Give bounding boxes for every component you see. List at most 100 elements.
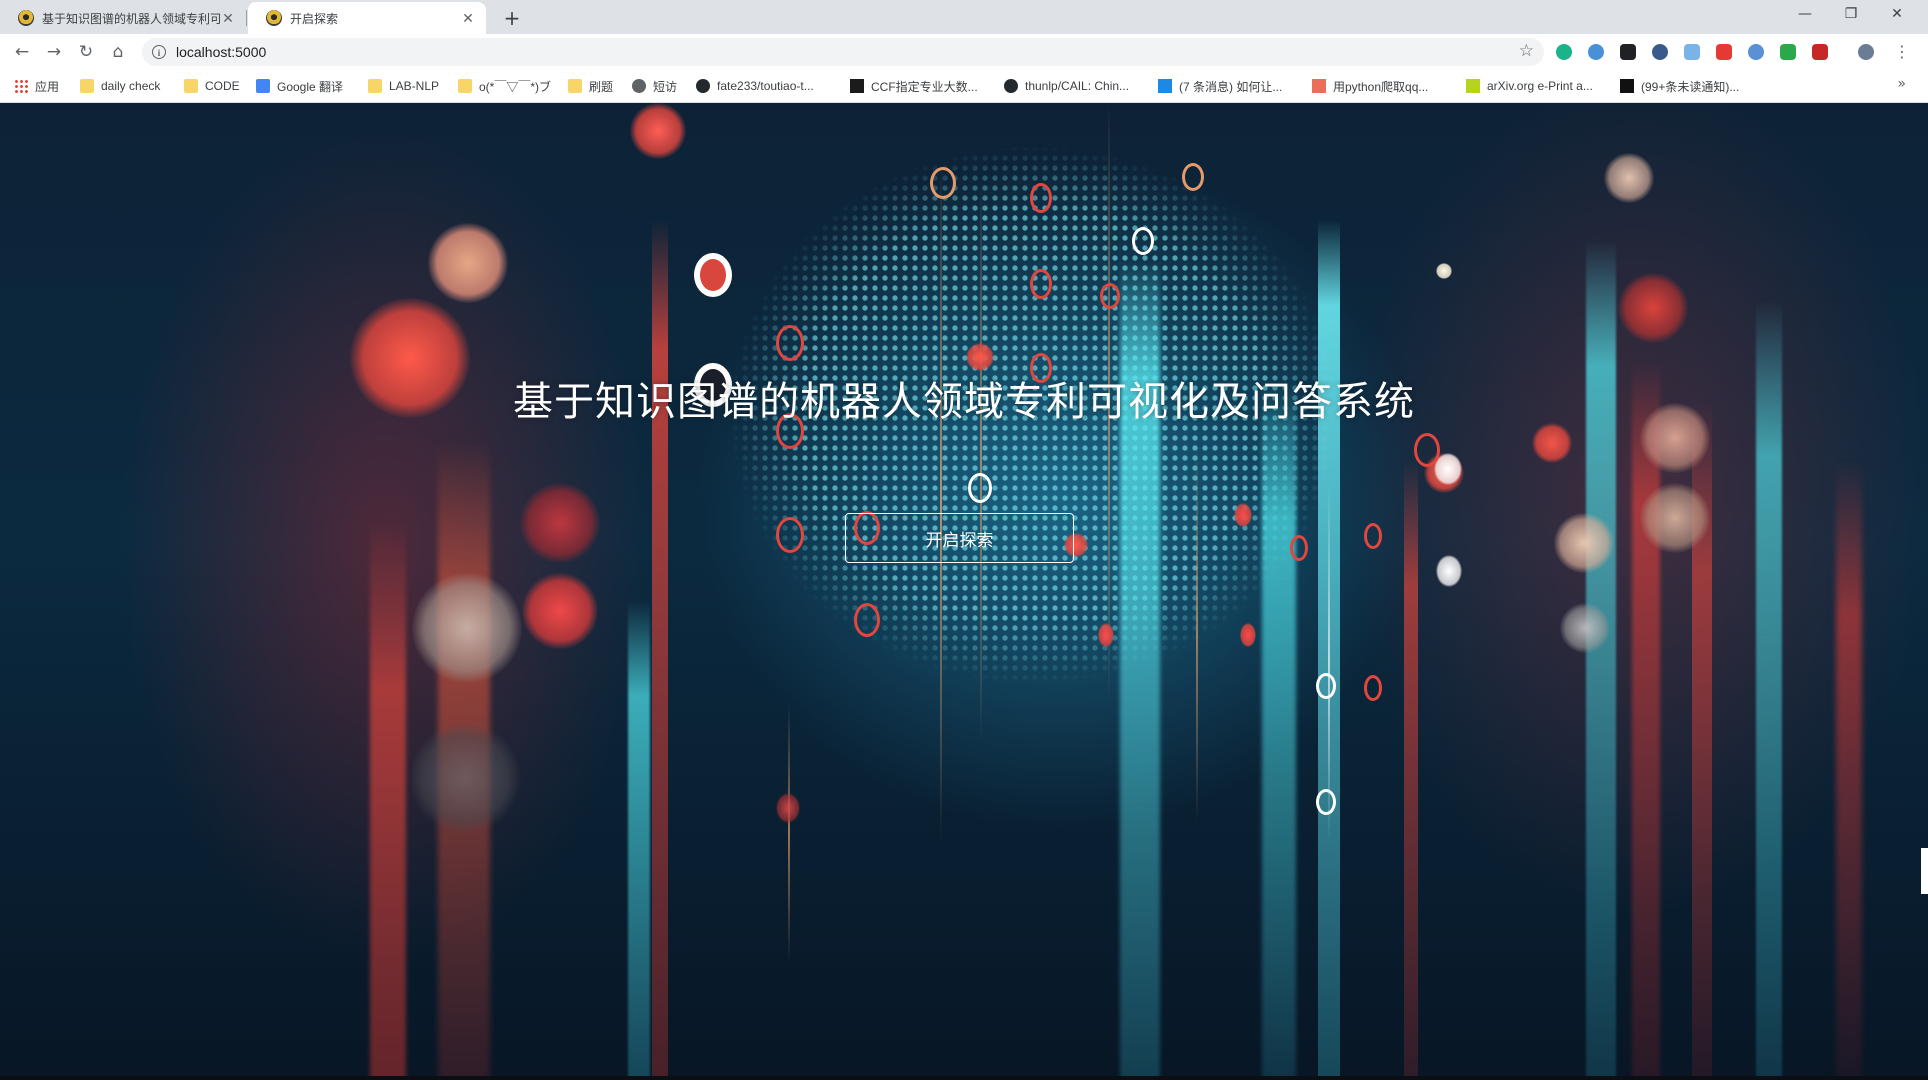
menu-kebab-icon[interactable]: ⋮ — [1888, 38, 1916, 66]
decor-line — [940, 163, 942, 843]
decor-bar — [652, 220, 668, 1080]
back-icon[interactable]: ← — [8, 38, 36, 66]
decor-bar — [1632, 360, 1660, 1080]
decor-bar — [1836, 460, 1862, 1080]
bookmark-item[interactable]: Google 翻译 — [256, 77, 343, 95]
google-translate-icon — [256, 79, 270, 93]
bookmark-item[interactable]: 短访 — [632, 77, 677, 95]
bookmark-label: o(*￣▽￣*)ブ — [479, 79, 552, 94]
url-text[interactable]: localhost:5000 — [176, 44, 266, 60]
extension-stack-icon[interactable] — [1652, 44, 1668, 60]
extension-clipper-icon[interactable] — [1812, 44, 1828, 60]
bokeh-light — [1234, 503, 1252, 527]
zhihu-icon — [1158, 79, 1172, 93]
bokeh-light — [410, 723, 520, 833]
reload-icon[interactable]: ↻ — [72, 38, 100, 66]
extension-shield-icon[interactable] — [1780, 44, 1796, 60]
apps-grid-icon — [14, 79, 28, 93]
folder-icon — [458, 79, 472, 93]
decor-ring — [1290, 535, 1308, 561]
bokeh-light — [1240, 623, 1256, 647]
decor-ring — [694, 253, 732, 297]
tab-title: 基于知识图谱的机器人领域专利可 — [42, 11, 220, 26]
hero-background: 基于知识图谱的机器人领域专利可视化及问答系统 开启探索 — [0, 103, 1928, 1080]
home-icon[interactable]: ⌂ — [104, 38, 132, 66]
close-icon[interactable]: ✕ — [460, 10, 476, 27]
bookmark-label: CCF指定专业大数... — [871, 79, 978, 94]
dark-site-icon — [1620, 79, 1634, 93]
decor-ring — [1316, 673, 1336, 699]
decor-bar — [370, 520, 406, 1080]
bookmark-item[interactable]: arXiv.org e-Print a... — [1466, 77, 1593, 95]
bookmark-item[interactable]: LAB-NLP — [368, 77, 439, 95]
bookmark-label: LAB-NLP — [389, 79, 440, 93]
address-bar[interactable]: i localhost:5000 ☆ — [142, 38, 1544, 66]
decor-ring — [1132, 227, 1154, 255]
scrollbar-thumb[interactable] — [1921, 848, 1928, 894]
decor-ring — [968, 473, 992, 503]
bookmark-item[interactable]: 刷题 — [568, 77, 613, 95]
forward-icon[interactable]: → — [40, 38, 68, 66]
tab-1[interactable]: 开启探索 ✕ — [248, 2, 486, 34]
bookmark-label: Google 翻译 — [277, 79, 344, 94]
bookmark-label: arXiv.org e-Print a... — [1487, 79, 1593, 93]
bookmark-label: thunlp/CAIL: Chin... — [1025, 79, 1130, 93]
bokeh-light — [520, 483, 600, 563]
jianshu-icon — [1312, 79, 1326, 93]
minimize-icon[interactable]: — — [1782, 0, 1828, 30]
arxiv-icon — [1466, 79, 1480, 93]
page-title: 基于知识图谱的机器人领域专利可视化及问答系统 — [513, 379, 1415, 425]
bookmark-item[interactable]: 应用 — [14, 77, 59, 95]
cosmos-badge-icon — [18, 10, 34, 26]
folder-icon — [80, 79, 94, 93]
bookmark-label: (99+条未读通知)... — [1641, 79, 1740, 94]
bokeh-light — [776, 793, 800, 823]
bookmark-label: 短访 — [653, 79, 678, 94]
decor-ring — [854, 603, 880, 637]
bookmark-label: CODE — [205, 79, 240, 93]
restore-icon[interactable]: ❐ — [1828, 0, 1874, 30]
decor-ring — [1182, 163, 1204, 191]
world-map-dots — [620, 103, 1540, 883]
extension-m-icon[interactable] — [1556, 44, 1572, 60]
bookmarks-overflow-icon[interactable]: » — [1897, 76, 1906, 92]
extension-plane-icon[interactable] — [1684, 44, 1700, 60]
extension-reader-icon[interactable] — [1620, 44, 1636, 60]
decor-line — [1196, 443, 1198, 823]
bookmark-item[interactable]: thunlp/CAIL: Chin... — [1004, 77, 1129, 95]
github-icon — [696, 79, 710, 93]
bookmark-item[interactable]: o(*￣▽￣*)ブ — [458, 77, 551, 95]
bookmark-item[interactable]: (99+条未读通知)... — [1620, 77, 1739, 95]
profile-avatar[interactable] — [1858, 44, 1874, 60]
bookmark-item[interactable]: (7 条消息) 如何让... — [1158, 77, 1282, 95]
decor-line — [788, 703, 790, 963]
folder-icon — [184, 79, 198, 93]
decor-ring — [1364, 523, 1382, 549]
new-tab-button[interactable]: + — [498, 4, 526, 32]
bokeh-light — [1554, 513, 1614, 573]
folder-icon — [568, 79, 582, 93]
extension-youtube-icon[interactable] — [1716, 44, 1732, 60]
site-info-icon[interactable]: i — [152, 45, 166, 59]
decor-bar — [1404, 460, 1418, 1080]
tab-0[interactable]: 基于知识图谱的机器人领域专利可 ✕ — [0, 2, 246, 34]
bokeh-light — [1436, 263, 1452, 279]
decor-ring — [930, 167, 956, 199]
tab-title: 开启探索 — [290, 11, 339, 26]
close-icon[interactable]: ✕ — [220, 10, 236, 27]
github-icon — [1004, 79, 1018, 93]
bookmark-label: 用python爬取qq... — [1333, 79, 1429, 94]
browser-toolbar: ← → ↻ ⌂ i localhost:5000 ☆ ⋮ — [0, 34, 1928, 70]
start-explore-button[interactable]: 开启探索 — [845, 513, 1074, 563]
extension-leaf-icon[interactable] — [1748, 44, 1764, 60]
bookmark-item[interactable]: fate233/toutiao-t... — [696, 77, 814, 95]
bookmark-item[interactable]: CCF指定专业大数... — [850, 77, 978, 95]
extension-feather-icon[interactable] — [1588, 44, 1604, 60]
decor-bar — [1586, 240, 1616, 1080]
bookmark-item[interactable]: daily check — [80, 77, 160, 95]
bookmark-star-icon[interactable]: ☆ — [1519, 41, 1534, 61]
bookmark-item[interactable]: CODE — [184, 77, 240, 95]
bookmark-label: (7 条消息) 如何让... — [1179, 79, 1283, 94]
bookmark-item[interactable]: 用python爬取qq... — [1312, 77, 1428, 95]
window-close-icon[interactable]: ✕ — [1874, 0, 1920, 30]
